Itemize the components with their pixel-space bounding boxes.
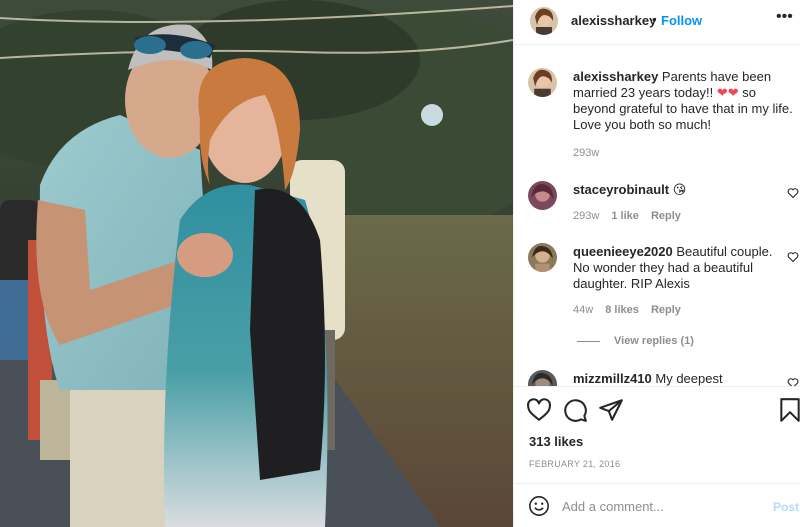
timestamp[interactable]: 44w — [573, 304, 593, 316]
view-replies-label: View replies (1) — [614, 335, 694, 347]
avatar[interactable] — [528, 370, 557, 386]
emoji-icon[interactable] — [528, 495, 550, 517]
post-header: alexissharkey • Follow ••• — [514, 0, 800, 45]
view-replies-button[interactable]: View replies (1) — [577, 335, 694, 347]
divider — [577, 340, 600, 342]
avatar[interactable] — [528, 181, 557, 210]
caption-username[interactable]: alexissharkey — [573, 69, 658, 84]
post-photo[interactable] — [0, 0, 513, 527]
avatar[interactable] — [530, 7, 558, 35]
comment-likes[interactable]: 8 likes — [605, 304, 639, 316]
comment-username[interactable]: mizzmillz410 — [573, 371, 652, 386]
timestamp[interactable]: 293w — [573, 210, 599, 222]
follow-button[interactable]: Follow — [661, 13, 702, 28]
post-actions: 313 likes FEBRUARY 21, 2016 — [514, 386, 800, 482]
add-comment-bar: Post — [514, 483, 800, 527]
comment-text: My deepest — [655, 371, 723, 386]
avatar[interactable] — [528, 243, 557, 272]
post-button[interactable]: Post — [773, 500, 799, 514]
comments-list[interactable]: alexissharkey Parents have been married … — [514, 46, 800, 386]
avatar[interactable] — [528, 68, 557, 97]
heart-emoji: ❤❤ — [716, 85, 739, 100]
share-icon[interactable] — [598, 397, 624, 423]
post-date[interactable]: FEBRUARY 21, 2016 — [529, 459, 620, 469]
comment-username[interactable]: staceyrobinault — [573, 182, 669, 197]
likes-count[interactable]: 313 likes — [529, 434, 583, 449]
bookmark-icon[interactable] — [777, 397, 800, 423]
reply-button[interactable]: Reply — [651, 210, 681, 222]
timestamp[interactable]: 293w — [573, 147, 599, 159]
post-side-panel: alexissharkey • Follow ••• alexissharkey… — [513, 0, 800, 527]
comment-username[interactable]: queenieeye2020 — [573, 244, 673, 259]
kiss-emoji: 😘 — [672, 182, 687, 197]
more-options-icon[interactable]: ••• — [776, 8, 793, 26]
comment-input[interactable] — [562, 496, 762, 516]
comment-likes[interactable]: 1 like — [611, 210, 639, 222]
heart-icon[interactable] — [787, 377, 799, 386]
heart-icon[interactable] — [526, 397, 552, 423]
separator-dot: • — [652, 12, 657, 27]
heart-icon[interactable] — [787, 187, 799, 199]
reply-button[interactable]: Reply — [651, 304, 681, 316]
header-username[interactable]: alexissharkey — [571, 13, 656, 28]
heart-icon[interactable] — [787, 251, 799, 263]
comment-icon[interactable] — [562, 397, 588, 423]
